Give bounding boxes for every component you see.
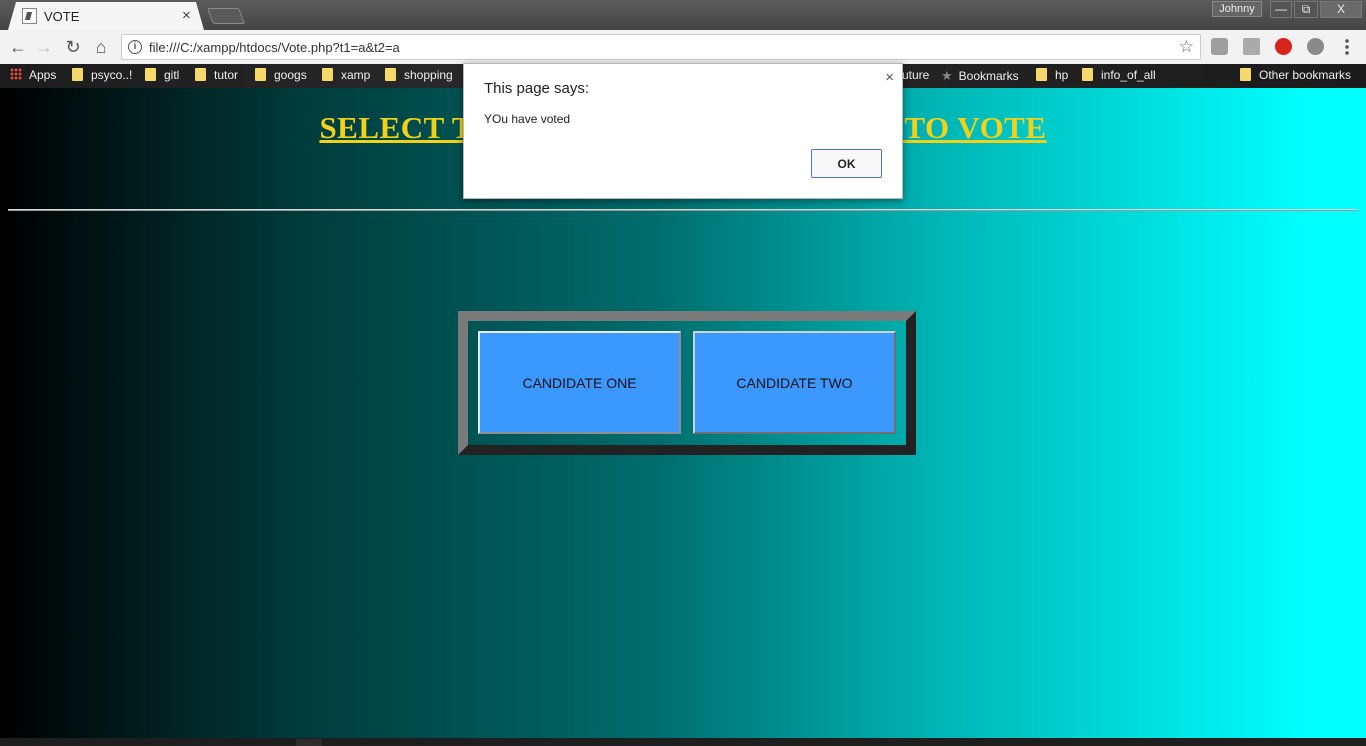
apps-grid-icon — [10, 68, 22, 80]
extension-k-icon[interactable] — [1211, 38, 1228, 55]
vote-box: CANDIDATE ONE CANDIDATE TWO — [458, 311, 916, 455]
close-window-button[interactable]: X — [1320, 1, 1362, 18]
bookmark-folder[interactable]: xamp — [322, 68, 370, 82]
folder-icon — [1036, 68, 1047, 81]
bookmark-folder[interactable]: info_of_all — [1082, 68, 1156, 82]
reload-icon[interactable]: ↻ — [63, 37, 83, 58]
address-bar[interactable]: i file:///C:/xampp/htdocs/Vote.php?t1=a&… — [121, 34, 1201, 60]
taskbar — [0, 738, 1366, 746]
tab-title: VOTE — [44, 9, 80, 24]
candidate-one-button[interactable]: CANDIDATE ONE — [478, 331, 681, 434]
star-icon: ★ — [941, 68, 953, 83]
restore-button[interactable]: ⧉ — [1294, 1, 1318, 18]
skype-extension-icon[interactable] — [1307, 38, 1324, 55]
dialog-close-icon[interactable]: × — [885, 69, 894, 86]
bookmark-folder[interactable]: shopping — [385, 68, 453, 82]
folder-icon — [72, 68, 83, 81]
taskbar-item[interactable] — [296, 739, 322, 746]
bookmark-partial[interactable]: uture — [902, 68, 929, 82]
tab-close-icon[interactable]: × — [182, 7, 191, 24]
bookmark-folder[interactable]: googs — [255, 68, 307, 82]
bookmark-star-icon[interactable]: ☆ — [1179, 37, 1194, 57]
folder-icon — [255, 68, 266, 81]
minimize-button[interactable]: — — [1270, 1, 1292, 18]
bookmark-folder[interactable]: psyco..! — [72, 68, 132, 82]
folder-icon — [1082, 68, 1093, 81]
profile-button[interactable]: Johnny — [1212, 1, 1262, 17]
new-tab-button[interactable] — [207, 8, 245, 24]
folder-icon — [145, 68, 156, 81]
bookmark-folder[interactable]: tutor — [195, 68, 238, 82]
tab-vote[interactable]: VOTE × — [8, 2, 204, 30]
bookmark-folder[interactable]: hp — [1036, 68, 1068, 82]
ok-button[interactable]: OK — [811, 149, 882, 178]
dialog-message: YOu have voted — [484, 112, 571, 126]
back-arrow-icon[interactable]: ← — [8, 37, 28, 58]
browser-title-bar: VOTE × Johnny — ⧉ X — [0, 0, 1366, 30]
forward-arrow-icon[interactable]: → — [34, 37, 54, 58]
bookmark-other[interactable]: Other bookmarks — [1240, 68, 1351, 82]
folder-icon — [1240, 68, 1251, 81]
camera-extension-icon[interactable] — [1243, 38, 1260, 55]
folder-icon — [195, 68, 206, 81]
bookmark-folder[interactable]: gitl — [145, 68, 179, 82]
folder-icon — [322, 68, 333, 81]
horizontal-rule — [8, 209, 1358, 211]
browser-menu-icon[interactable] — [1345, 38, 1349, 56]
dialog-title: This page says: — [484, 80, 590, 97]
bookmark-apps[interactable]: Apps — [10, 68, 56, 82]
browser-toolbar: ← → ↻ ⌂ i file:///C:/xampp/htdocs/Vote.p… — [0, 30, 1366, 64]
opera-extension-icon[interactable] — [1275, 38, 1292, 55]
folder-icon — [385, 68, 396, 81]
bookmark-bookmarks[interactable]: ★ Bookmarks — [941, 68, 1019, 84]
alert-dialog: This page says: × YOu have voted OK — [463, 63, 903, 199]
candidate-two-button[interactable]: CANDIDATE TWO — [693, 331, 896, 434]
url-text[interactable]: file:///C:/xampp/htdocs/Vote.php?t1=a&t2… — [149, 40, 400, 55]
site-info-icon[interactable]: i — [128, 40, 142, 54]
home-icon[interactable]: ⌂ — [91, 37, 111, 58]
page-favicon-icon — [22, 8, 37, 24]
